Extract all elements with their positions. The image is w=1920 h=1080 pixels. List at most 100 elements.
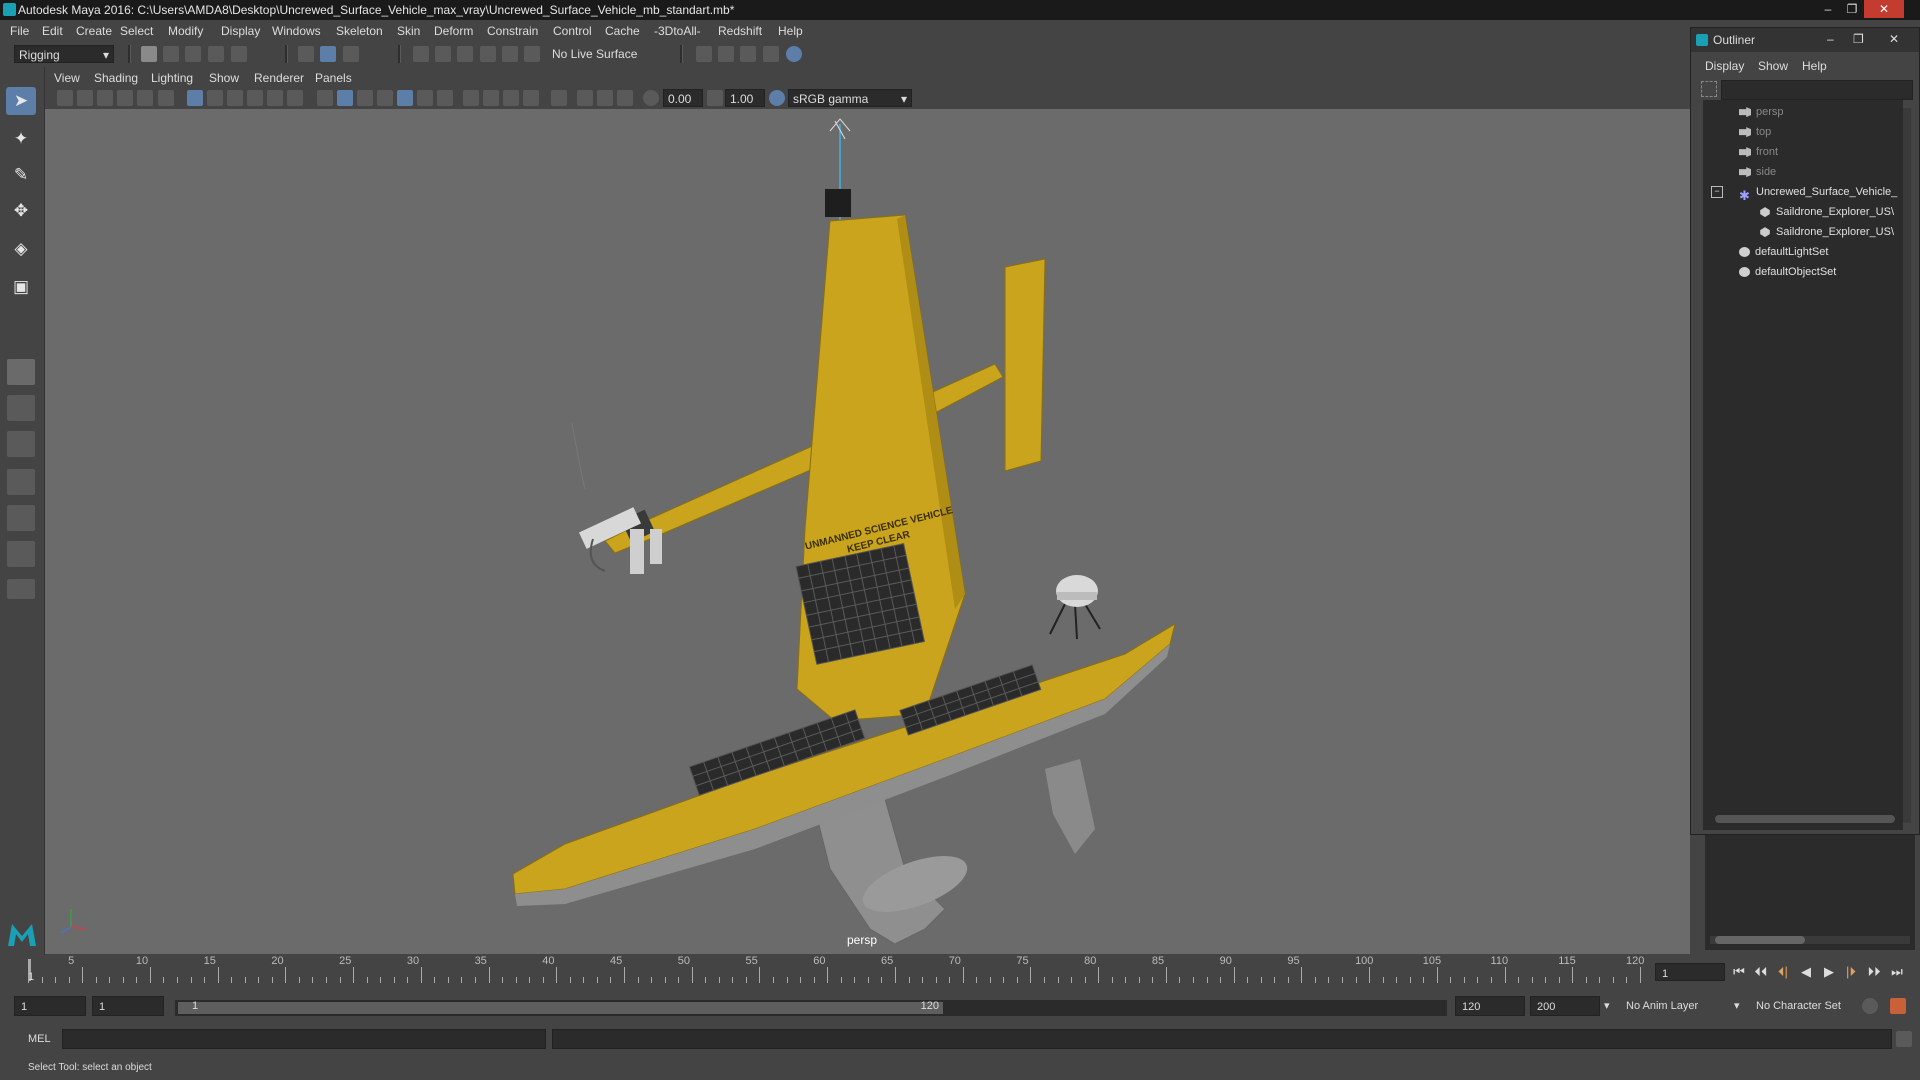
redo-icon[interactable] (231, 46, 247, 62)
exposure-icon[interactable] (643, 90, 659, 106)
menu-help[interactable]: Help (778, 24, 803, 38)
camera-attributes-icon[interactable] (77, 90, 93, 106)
lights-icon[interactable] (417, 90, 433, 106)
script-editor-icon[interactable] (1896, 1031, 1912, 1047)
menu-control[interactable]: Control (553, 24, 592, 38)
menu-cache[interactable]: Cache (605, 24, 640, 38)
menu-windows[interactable]: Windows (272, 24, 321, 38)
undo-icon[interactable] (208, 46, 224, 62)
menu-display[interactable]: Display (221, 24, 260, 38)
outliner-item-group[interactable]: ✱ Uncrewed_Surface_Vehicle_ (1739, 183, 1897, 203)
collapse-toggle-icon[interactable]: − (1711, 186, 1723, 198)
scale-tool-button[interactable]: ▣ (6, 273, 36, 301)
menu-edit[interactable]: Edit (42, 24, 63, 38)
range-slider-handle[interactable]: 1 120 (178, 1000, 943, 1014)
panel-menu-renderer[interactable]: Renderer (254, 71, 304, 85)
panel-menu-view[interactable]: View (54, 71, 80, 85)
step-forward-key-button[interactable]: ⏵⏵ (1865, 963, 1883, 981)
snap-point-icon[interactable] (457, 46, 473, 62)
play-backward-button[interactable]: ◀ (1797, 963, 1815, 981)
film-gate-icon[interactable] (207, 90, 223, 106)
persp-outliner-layout-icon[interactable] (7, 505, 35, 531)
panel-menu-show[interactable]: Show (209, 71, 239, 85)
outliner-menu-show[interactable]: Show (1758, 59, 1788, 73)
gamma-icon[interactable] (707, 90, 723, 106)
outliner-search-input[interactable] (1721, 80, 1913, 100)
custom-layout-icon[interactable] (7, 579, 35, 599)
menu-3dtoall[interactable]: -3DtoAll- (654, 24, 701, 38)
restore-button[interactable]: ❐ (1840, 0, 1864, 18)
live-surface-field[interactable]: No Live Surface (548, 45, 658, 63)
four-view-layout-icon[interactable] (7, 395, 35, 421)
isolate-select-icon[interactable] (551, 90, 567, 106)
move-tool-button[interactable]: ✥ (6, 197, 36, 225)
step-back-frame-button[interactable]: ⏴| (1774, 963, 1792, 981)
menu-redshift[interactable]: Redshift (718, 24, 762, 38)
lasso-tool-button[interactable]: ✦ (6, 125, 36, 153)
playback-end-field[interactable]: 120 (1455, 996, 1525, 1016)
xray-joints-icon[interactable] (597, 90, 613, 106)
render-settings-icon[interactable] (696, 46, 712, 62)
ipr-render-icon[interactable] (763, 46, 779, 62)
attribute-scrollbar[interactable] (1715, 936, 1805, 944)
current-frame-field[interactable]: 1 (1655, 963, 1725, 981)
menu-file[interactable]: File (10, 24, 29, 38)
perspective-viewport[interactable]: UNMANNED SCIENCE VEHICLE KEEP CLEAR pers… (45, 109, 1690, 954)
menu-skin[interactable]: Skin (397, 24, 420, 38)
paint-select-tool-button[interactable]: ✎ (6, 161, 36, 189)
outliner-item-top[interactable]: top (1739, 123, 1771, 141)
panel-menu-shading[interactable]: Shading (94, 71, 138, 85)
exposure-field[interactable]: 0.00 (663, 89, 703, 107)
outliner-minimize-button[interactable]: – (1827, 32, 1834, 46)
render-view-icon[interactable] (718, 46, 734, 62)
filter-icon[interactable] (1701, 81, 1717, 97)
color-management-icon[interactable] (769, 90, 785, 106)
playback-start-field[interactable]: 1 (92, 996, 164, 1016)
resolution-gate-icon[interactable] (227, 90, 243, 106)
smooth-shade-icon[interactable] (337, 90, 353, 106)
step-back-key-button[interactable]: ⏴⏴ (1752, 963, 1770, 981)
menuset-dropdown[interactable]: Rigging ▾ (14, 45, 114, 63)
snap-vertex-icon[interactable] (524, 46, 540, 62)
render-frame-icon[interactable] (740, 46, 756, 62)
xray-icon[interactable] (577, 90, 593, 106)
grid-icon[interactable] (187, 90, 203, 106)
camera-select-icon[interactable] (57, 90, 73, 106)
go-to-end-button[interactable]: ⏭ (1888, 963, 1906, 981)
outliner-item-mesh-1[interactable]: Saildrone_Explorer_US\ (1759, 203, 1894, 221)
preferences-icon[interactable] (1890, 998, 1906, 1014)
wireframe-on-shaded-icon[interactable] (377, 90, 393, 106)
snap-surface-icon[interactable] (502, 46, 518, 62)
outliner-menu-display[interactable]: Display (1705, 59, 1744, 73)
ambient-occlusion-icon[interactable] (463, 90, 479, 106)
select-object-icon[interactable] (320, 46, 336, 62)
outliner-horizontal-scrollbar[interactable] (1715, 815, 1895, 823)
close-button[interactable]: ✕ (1864, 0, 1904, 18)
select-component-icon[interactable] (343, 46, 359, 62)
xray-components-icon[interactable] (617, 90, 633, 106)
select-tool-button[interactable]: ➤ (6, 87, 36, 115)
snap-curve-icon[interactable] (435, 46, 451, 62)
anim-layer-dropdown[interactable]: No Anim Layer (1620, 996, 1740, 1016)
select-hierarchy-icon[interactable] (298, 46, 314, 62)
character-set-dropdown[interactable]: No Character Set (1750, 996, 1870, 1016)
outliner-graph-layout-icon[interactable] (7, 541, 35, 567)
menu-skeleton[interactable]: Skeleton (336, 24, 383, 38)
outliner-close-button[interactable]: ✕ (1889, 32, 1899, 46)
command-mode-label[interactable]: MEL (28, 1033, 51, 1045)
snap-view-icon[interactable] (480, 46, 496, 62)
outliner-vertical-scrollbar[interactable] (1903, 108, 1911, 823)
single-perspective-layout-icon[interactable] (7, 359, 35, 385)
panel-menu-panels[interactable]: Panels (315, 71, 352, 85)
menu-constrain[interactable]: Constrain (487, 24, 538, 38)
save-scene-icon[interactable] (185, 46, 201, 62)
outliner-item-defaultobjectset[interactable]: defaultObjectSet (1739, 263, 1836, 281)
side-by-side-layout-icon[interactable] (7, 431, 35, 457)
hypershade-icon[interactable] (786, 46, 802, 62)
anti-aliasing-icon[interactable] (503, 90, 519, 106)
go-to-start-button[interactable]: ⏮ (1730, 963, 1748, 981)
animation-start-field[interactable]: 1 (14, 996, 86, 1016)
bookmark-icon[interactable] (97, 90, 113, 106)
snap-grid-icon[interactable] (413, 46, 429, 62)
field-chart-icon[interactable] (267, 90, 283, 106)
